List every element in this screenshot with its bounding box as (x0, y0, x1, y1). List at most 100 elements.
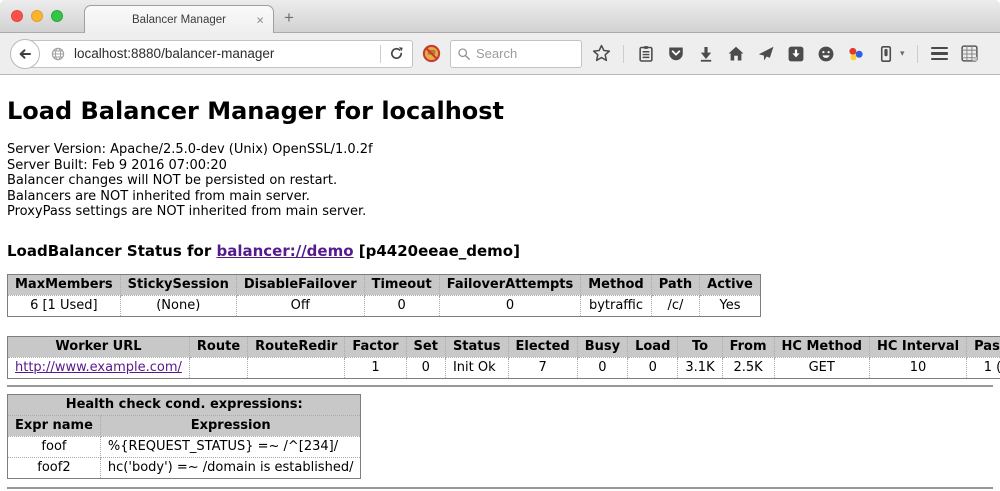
column-header: Busy (577, 336, 627, 357)
loadbalancer-status-heading: LoadBalancer Status for balancer://demo … (7, 242, 993, 260)
route-value (189, 357, 247, 378)
hc-interval-value: 10 (869, 357, 966, 378)
window-controls (11, 10, 63, 22)
server-info: Server Version: Apache/2.5.0-dev (Unix) … (7, 142, 993, 220)
search-icon (457, 47, 471, 61)
page-bottom-divider (7, 487, 993, 489)
url-bar[interactable]: localhost:8880/balancer-manager (25, 40, 413, 68)
worker-url-link[interactable]: http://www.example.com/ (15, 360, 182, 375)
table-row: 6 [1 Used] (None) Off 0 0 bytraffic /c/ … (8, 295, 761, 316)
zoom-window-button[interactable] (51, 10, 63, 22)
minimize-window-button[interactable] (31, 10, 43, 22)
column-header: StickySession (120, 274, 236, 295)
column-header: Factor (345, 336, 406, 357)
browser-window: Balancer Manager × + localhost:8880/bala… (0, 0, 1000, 491)
column-header: RouteRedir (248, 336, 345, 357)
section-divider (7, 385, 993, 387)
column-header: HC Interval (869, 336, 966, 357)
active-value: Yes (700, 295, 761, 316)
toolbar-separator (917, 45, 918, 63)
balancer-settings-table: MaxMembers StickySession DisableFailover… (7, 274, 761, 317)
column-header: Timeout (364, 274, 439, 295)
bookmark-star-icon[interactable] (592, 44, 611, 63)
table-caption-row: Health check cond. expressions: (8, 394, 361, 415)
titlebar: Balancer Manager × + (0, 0, 1000, 33)
passes-value: 1 (0) (967, 357, 1000, 378)
column-header: Load (628, 336, 678, 357)
navigation-toolbar: localhost:8880/balancer-manager (0, 33, 1000, 75)
factor-value: 1 (345, 357, 406, 378)
busy-value: 0 (577, 357, 627, 378)
from-value: 2.5K (722, 357, 774, 378)
plugin-blocked-icon[interactable] (422, 44, 441, 63)
expression-value: hc('body') =~ /domain is established/ (100, 457, 361, 478)
search-bar[interactable] (450, 40, 582, 68)
menu-hamburger-icon[interactable] (930, 44, 949, 63)
status-heading-suffix: [p4420eeae_demo] (354, 242, 520, 260)
to-value: 3.1K (678, 357, 722, 378)
column-header: Path (651, 274, 699, 295)
new-tab-button[interactable]: + (284, 8, 294, 28)
page-title: Load Balancer Manager for localhost (7, 97, 993, 125)
expr-name-value: foof (8, 436, 101, 457)
search-input[interactable] (476, 46, 566, 61)
expr-name-value: foof2 (8, 457, 101, 478)
balancer-demo-link[interactable]: balancer://demo (216, 242, 353, 260)
status-heading-prefix: LoadBalancer Status for (7, 242, 216, 260)
column-header: FailoverAttempts (439, 274, 581, 295)
column-header: Passes (967, 336, 1000, 357)
chevron-down-icon[interactable]: ▾ (900, 48, 905, 59)
home-icon[interactable] (726, 44, 745, 63)
worker-url-cell: http://www.example.com/ (8, 357, 190, 378)
containers-icon[interactable] (876, 44, 895, 63)
colorful-extension-icon[interactable] (846, 44, 865, 63)
inherit-notice-line: Balancers are NOT inherited from main se… (7, 189, 993, 205)
routeredir-value (248, 357, 345, 378)
column-header: Route (189, 336, 247, 357)
health-check-table: Health check cond. expressions: Expr nam… (7, 394, 361, 479)
toolbar-separator (623, 45, 624, 63)
status-value: Init Ok (445, 357, 508, 378)
proxypass-notice-line: ProxyPass settings are NOT inherited fro… (7, 204, 993, 220)
feedback-smiley-icon[interactable] (816, 44, 835, 63)
downloads-panel-icon[interactable] (786, 44, 805, 63)
sidebar-grid-icon[interactable] (960, 44, 979, 63)
column-header: From (722, 336, 774, 357)
expression-value: %{REQUEST_STATUS} =~ /^[234]/ (100, 436, 361, 457)
persist-notice-line: Balancer changes will NOT be persisted o… (7, 173, 993, 189)
reload-button[interactable] (381, 46, 412, 61)
worker-status-table: Worker URL Route RouteRedir Factor Set S… (7, 336, 1000, 379)
column-header: HC Method (774, 336, 869, 357)
table-row: foof2 hc('body') =~ /domain is establish… (8, 457, 361, 478)
health-check-table-title: Health check cond. expressions: (8, 394, 361, 415)
method-value: bytraffic (581, 295, 651, 316)
page-content: Load Balancer Manager for localhost Serv… (0, 75, 1000, 489)
maxmembers-value: 6 [1 Used] (8, 295, 121, 316)
stickysession-value: (None) (120, 295, 236, 316)
column-header: DisableFailover (236, 274, 364, 295)
send-plane-icon[interactable] (756, 44, 775, 63)
column-header: MaxMembers (8, 274, 121, 295)
table-header-row: Expr name Expression (8, 415, 361, 436)
column-header: Elected (508, 336, 577, 357)
globe-icon (48, 44, 67, 63)
path-value: /c/ (651, 295, 699, 316)
back-button[interactable] (10, 39, 40, 69)
column-header: Worker URL (8, 336, 190, 357)
table-header-row: MaxMembers StickySession DisableFailover… (8, 274, 761, 295)
url-text[interactable]: localhost:8880/balancer-manager (74, 46, 380, 61)
browser-tab[interactable]: Balancer Manager × (84, 5, 274, 33)
table-row: http://www.example.com/ 1 0 Init Ok 7 0 … (8, 357, 1000, 378)
download-arrow-icon[interactable] (696, 44, 715, 63)
elected-value: 7 (508, 357, 577, 378)
pocket-icon[interactable] (666, 44, 685, 63)
back-arrow-icon (17, 46, 33, 62)
tab-title: Balancer Manager (132, 14, 226, 26)
hc-method-value: GET (774, 357, 869, 378)
table-header-row: Worker URL Route RouteRedir Factor Set S… (8, 336, 1000, 357)
tab-close-icon[interactable]: × (256, 13, 264, 26)
load-value: 0 (628, 357, 678, 378)
close-window-button[interactable] (11, 10, 23, 22)
reading-list-icon[interactable] (636, 44, 655, 63)
column-header: Set (406, 336, 445, 357)
